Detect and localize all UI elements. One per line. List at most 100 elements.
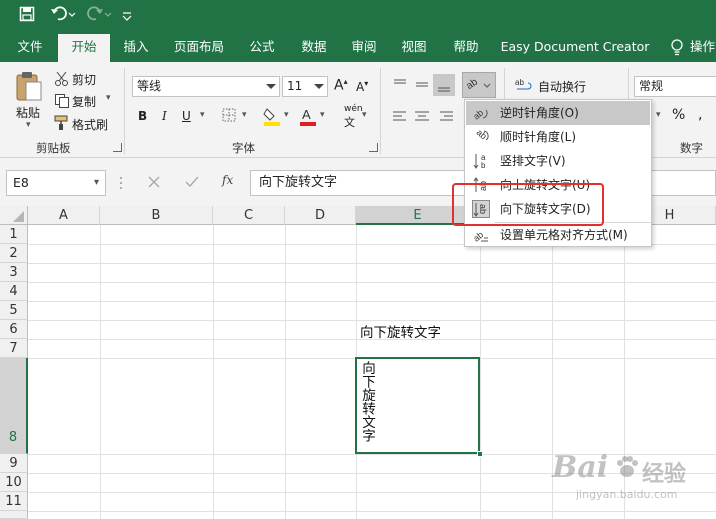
chevron-down-icon[interactable]: ▾ [94, 171, 99, 195]
cut-button[interactable]: 剪切 [72, 71, 96, 88]
row-header[interactable] [0, 511, 28, 519]
watermark-url: jingyan.baidu.com [576, 488, 678, 501]
wrap-text-button[interactable]: 自动换行 [538, 78, 586, 95]
menu-item-label: 设置单元格对齐方式(M) [500, 228, 628, 242]
cell-e6[interactable]: 向下旋转文字 [360, 321, 441, 341]
font-color-dropdown-icon[interactable]: ▾ [320, 110, 325, 120]
undo-icon[interactable] [48, 6, 78, 28]
fill-handle[interactable] [477, 451, 483, 457]
phonetic-guide-icon: 文 [344, 116, 355, 129]
paste-icon[interactable] [12, 70, 46, 104]
gridline [100, 225, 101, 519]
wrap-text-icon[interactable]: ab [514, 75, 534, 95]
selected-cell-e8[interactable]: 向下旋转文字 [355, 357, 483, 457]
menu-item-vertical-text[interactable]: ab 竖排文字(V) [466, 149, 650, 173]
menu-item-format-cell-alignment[interactable]: ab 设置单元格对齐方式(M) [466, 223, 650, 247]
column-header[interactable]: D [285, 206, 356, 225]
group-divider [380, 68, 381, 154]
tab-page-layout[interactable]: 页面布局 [166, 34, 232, 62]
row-header[interactable]: 9 [0, 454, 28, 473]
chevron-down-icon[interactable] [266, 84, 276, 89]
font-name-combo[interactable]: 等线 [132, 76, 280, 97]
lightbulb-icon[interactable] [668, 34, 686, 62]
font-size-value: 11 [287, 79, 303, 93]
fill-color-icon[interactable] [262, 106, 282, 126]
font-launcher-icon[interactable] [369, 143, 378, 152]
row-header[interactable]: 1 [0, 225, 28, 244]
chevron-down-icon[interactable] [314, 84, 324, 89]
decrease-font-size-icon[interactable]: A▾ [356, 79, 368, 94]
baidu-watermark: Bai 经验 jingyan.baidu.com [548, 450, 716, 510]
comma-style-icon[interactable]: , [698, 107, 702, 123]
menu-item-angle-clockwise[interactable]: ab 顺时针角度(L) [466, 125, 650, 149]
row-header-selected[interactable]: 8 [0, 358, 28, 454]
borders-dropdown-icon[interactable]: ▾ [242, 110, 247, 120]
tab-home[interactable]: 开始 [58, 34, 110, 63]
accounting-dropdown-icon[interactable]: ▾ [656, 110, 661, 120]
gridline [28, 263, 716, 264]
row-header[interactable]: 5 [0, 301, 28, 320]
gridline [28, 301, 716, 302]
save-icon[interactable] [16, 6, 38, 28]
paste-button[interactable]: 粘贴 [16, 104, 40, 121]
column-header[interactable]: A [28, 206, 100, 225]
row-header[interactable]: 6 [0, 320, 28, 339]
tab-insert[interactable]: 插入 [114, 34, 158, 62]
percent-style-button[interactable]: % [672, 107, 685, 123]
align-bottom-icon[interactable] [433, 74, 455, 96]
align-right-icon[interactable] [438, 108, 454, 124]
menu-item-angle-counterclockwise[interactable]: ab 逆时针角度(O) [466, 101, 650, 125]
tab-tell-me[interactable]: 操作 [690, 34, 716, 62]
tab-review[interactable]: 审阅 [342, 34, 386, 62]
borders-icon[interactable] [220, 108, 238, 124]
underline-dropdown-icon[interactable]: ▾ [200, 110, 205, 120]
annotation-highlight-box [452, 183, 604, 226]
tab-formulas[interactable]: 公式 [240, 34, 284, 62]
align-top-icon[interactable] [392, 76, 408, 92]
row-header[interactable]: 3 [0, 263, 28, 282]
italic-button[interactable]: I [162, 109, 167, 123]
name-box[interactable]: E8 ▾ [6, 170, 106, 196]
tab-data[interactable]: 数据 [292, 34, 336, 62]
svg-text:ab: ab [472, 108, 485, 122]
select-all-corner[interactable] [0, 206, 28, 225]
svg-text:A: A [302, 107, 311, 122]
format-painter-button[interactable]: 格式刷 [72, 116, 108, 133]
tab-file[interactable]: 文件 [8, 34, 52, 62]
row-header[interactable]: 2 [0, 244, 28, 263]
font-name-value: 等线 [137, 79, 162, 93]
copy-button[interactable]: 复制 [72, 93, 96, 110]
column-header[interactable]: C [213, 206, 285, 225]
paste-dropdown-icon[interactable]: ▾ [26, 120, 31, 130]
column-header[interactable]: B [100, 206, 213, 225]
font-size-combo[interactable]: 11 [282, 76, 328, 97]
cancel-icon[interactable] [146, 174, 164, 192]
underline-button[interactable]: U [182, 109, 191, 123]
row-header[interactable]: 10 [0, 473, 28, 492]
group-divider [124, 68, 125, 154]
fill-color-dropdown-icon[interactable]: ▾ [284, 110, 289, 120]
tab-view[interactable]: 视图 [392, 34, 436, 62]
increase-font-size-icon[interactable]: A▴ [334, 77, 348, 94]
font-color-icon[interactable]: A [298, 106, 318, 126]
orientation-icon[interactable]: ab [462, 72, 496, 98]
number-format-combo[interactable]: 常规 [634, 76, 716, 97]
insert-function-button[interactable]: fx [222, 173, 233, 187]
align-center-icon[interactable] [414, 108, 430, 124]
copy-dropdown-icon[interactable]: ▾ [106, 93, 111, 103]
gridline [28, 282, 716, 283]
customize-qat-icon[interactable] [118, 6, 136, 28]
enter-check-icon[interactable] [184, 174, 202, 192]
tab-help[interactable]: 帮助 [444, 34, 488, 62]
phonetic-guide-button[interactable]: wén [344, 104, 363, 114]
tab-easy-document-creator[interactable]: Easy Document Creator [500, 34, 650, 62]
bold-button[interactable]: B [138, 109, 147, 123]
align-middle-icon[interactable] [414, 76, 430, 92]
row-header[interactable]: 4 [0, 282, 28, 301]
redo-icon[interactable] [84, 6, 114, 28]
clipboard-launcher-icon[interactable] [113, 143, 122, 152]
phonetic-dropdown-icon[interactable]: ▾ [362, 110, 367, 120]
row-header[interactable]: 11 [0, 492, 28, 511]
row-header[interactable]: 7 [0, 339, 28, 358]
align-left-icon[interactable] [392, 108, 408, 124]
